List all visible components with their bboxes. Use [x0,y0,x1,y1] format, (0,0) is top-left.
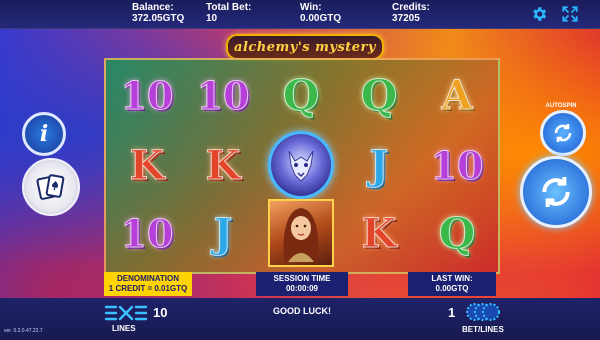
refresh-icon [554,124,572,142]
denomination-label: DENOMINATION [116,274,180,283]
session-time-label: SESSION TIME [273,274,331,283]
last-win-value: 0.00GTQ [435,284,469,293]
symbol-queen: Q [360,70,398,120]
total-bet-label: Total Bet: [206,2,252,13]
bet-lines-label: BET/LINES [462,325,504,334]
last-win-box: LAST WIN: 0.00GTQ [408,272,496,296]
lines-value: 10 [153,305,168,320]
win-label: Win: [300,2,322,13]
gear-icon[interactable] [530,5,548,23]
autospin-button[interactable] [540,110,586,156]
win-value: 0.00GTQ [300,13,342,24]
symbol-jack: J [213,209,233,257]
reel-grid: 10 10 Q Q A K K J 10 10 J K Q [104,58,500,274]
refresh-icon [542,177,570,207]
last-win-label: LAST WIN: [431,274,473,283]
game-logo: alchemy's mystery [226,34,384,60]
credits-value: 37205 [392,13,420,24]
bottom-bar: 10 LINES GOOD LUCK! 1 BET/LINES [0,298,600,340]
logo-text: alchemy's mystery [234,39,376,55]
coins-stack-icon [466,303,500,321]
version-text: ver. 0.3.0.47.22.7 [4,328,43,334]
spin-button[interactable] [520,156,592,228]
symbol-ten: 10 [430,142,484,188]
symbol-alchemist [268,199,334,267]
symbol-queen: Q [438,208,476,258]
total-bet-value: 10 [206,13,218,24]
credits-stat: Credits: 37205 [392,2,430,24]
balance-value: 372.05GTQ [132,13,185,24]
symbol-ten: 10 [120,210,174,256]
fullscreen-icon[interactable] [561,5,579,23]
session-time-value: 00:00:09 [285,284,319,293]
credits-label: Credits: [392,2,430,13]
symbol-wolf [268,131,334,199]
wolf-icon [268,131,334,199]
paytable-button[interactable] [22,158,80,216]
symbol-ten: 10 [196,72,250,118]
status-message: GOOD LUCK! [273,306,331,316]
info-button[interactable]: i [22,112,66,156]
alchemist-portrait-icon [268,199,334,267]
denomination-box: DENOMINATION 1 CREDIT = 0.01GTQ [104,272,192,296]
lines-icon [104,305,148,321]
autospin-label: AUTOSPIN [545,103,577,109]
top-status-bar: Balance: 372.05GTQ Total Bet: 10 Win: 0.… [0,0,600,29]
symbol-jack: J [369,141,389,189]
info-icon: i [39,121,49,147]
symbol-ace: A [441,71,473,119]
total-bet-stat: Total Bet: 10 [206,2,251,24]
lines-selector[interactable] [104,304,148,322]
denomination-value: 1 CREDIT = 0.01GTQ [108,284,188,293]
symbol-ten: 10 [120,72,174,118]
lines-label: LINES [112,324,136,333]
balance-stat: Balance: 372.05GTQ [132,2,184,24]
symbol-queen: Q [282,70,320,120]
symbol-king: K [361,209,397,257]
symbol-king: K [129,141,165,189]
playing-cards-icon [36,174,65,200]
session-time-box: SESSION TIME 00:00:09 [256,272,348,296]
bet-lines-value: 1 [448,305,456,320]
bet-lines-selector[interactable] [465,302,501,322]
balance-label: Balance: [132,2,174,13]
win-stat: Win: 0.00GTQ [300,2,341,24]
symbol-king: K [205,141,241,189]
